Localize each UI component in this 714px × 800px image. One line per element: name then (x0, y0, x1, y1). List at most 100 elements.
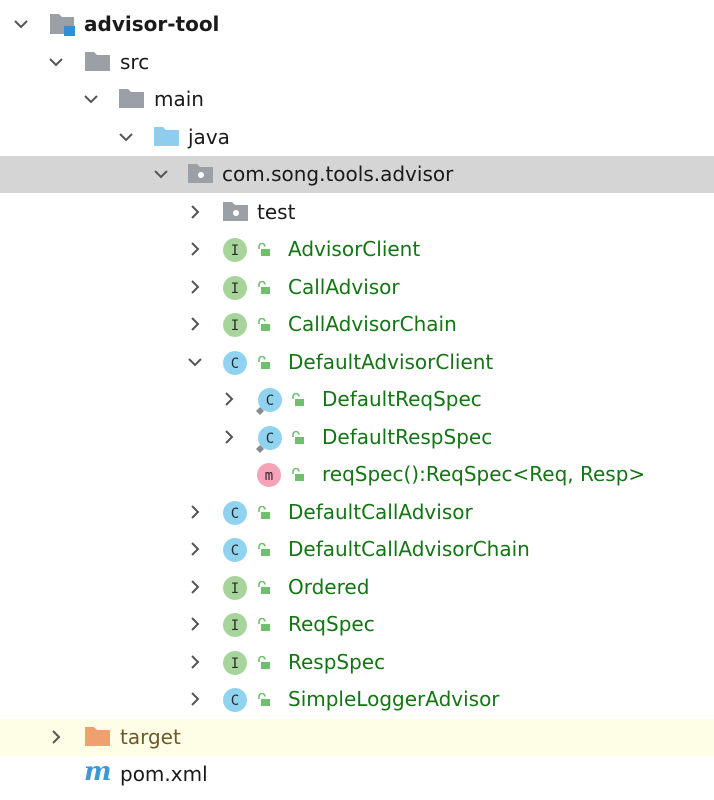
chevron-right-icon[interactable] (186, 315, 204, 333)
package-icon (188, 164, 213, 183)
root-label: advisor-tool (84, 12, 220, 36)
lock-open-icon (258, 243, 270, 256)
tree-row-pom[interactable]: m pom.xml (0, 756, 714, 793)
item-label: AdvisorClient (288, 237, 421, 261)
interface-icon: I (223, 613, 247, 637)
lock-open-icon (258, 318, 270, 331)
item-label: SimpleLoggerAdvisor (288, 687, 500, 711)
item-label: DefaultAdvisorClient (288, 350, 494, 374)
svg-text:I: I (231, 243, 239, 259)
tree-row-defaultadvisorclient[interactable]: C DefaultAdvisorClient (0, 344, 714, 381)
tree-row-defaultcalladvisor[interactable]: C DefaultCallAdvisor (0, 494, 714, 531)
chevron-down-icon[interactable] (82, 90, 100, 108)
tree-row-simpleloggeradvisor[interactable]: C SimpleLoggerAdvisor (0, 681, 714, 718)
interface-icon: I (223, 576, 247, 600)
class-icon: C (223, 538, 247, 562)
item-label: CallAdvisorChain (288, 312, 457, 336)
test-label: test (257, 200, 296, 224)
tree-row-advisor-tool[interactable]: advisor-tool (0, 6, 714, 43)
tree-row-defaultrespspec[interactable]: C DefaultRespSpec (0, 419, 714, 456)
item-label: Ordered (288, 575, 370, 599)
module-folder-icon (50, 14, 75, 36)
method-icon: m (257, 463, 281, 487)
class-icon: C (223, 501, 247, 525)
source-root-folder-icon (154, 127, 179, 146)
maven-icon: m (84, 757, 112, 787)
item-label: CallAdvisor (288, 275, 400, 299)
svg-text:I: I (231, 656, 239, 672)
svg-text:m: m (265, 468, 273, 484)
excluded-folder-icon (85, 727, 110, 746)
chevron-right-icon[interactable] (220, 390, 238, 408)
pom-label: pom.xml (120, 762, 208, 786)
lock-open-icon (258, 656, 270, 669)
item-label: reqSpec():ReqSpec<Req, Resp> (322, 462, 646, 486)
chevron-right-icon[interactable] (186, 278, 204, 296)
lock-open-icon (258, 281, 270, 294)
chevron-right-icon[interactable] (186, 615, 204, 633)
item-label: DefaultCallAdvisorChain (288, 537, 530, 561)
svg-text:C: C (266, 431, 274, 447)
chevron-down-icon[interactable] (12, 15, 30, 33)
lock-open-icon (292, 468, 304, 481)
chevron-right-icon[interactable] (220, 428, 238, 446)
item-label: DefaultReqSpec (322, 387, 482, 411)
tree-row-ordered[interactable]: I Ordered (0, 569, 714, 606)
svg-text:C: C (231, 506, 239, 522)
tree-row-java[interactable]: java (0, 119, 714, 156)
svg-text:I: I (231, 581, 239, 597)
chevron-down-icon[interactable] (117, 128, 135, 146)
svg-text:C: C (266, 393, 274, 409)
chevron-down-icon[interactable] (152, 165, 170, 183)
svg-text:I: I (231, 618, 239, 634)
svg-text:C: C (231, 693, 239, 709)
lock-open-icon (258, 618, 270, 631)
lock-open-icon (292, 393, 304, 406)
interface-icon: I (223, 276, 247, 300)
chevron-down-icon[interactable] (47, 53, 65, 71)
chevron-down-icon[interactable] (186, 353, 204, 371)
src-label: src (120, 50, 150, 74)
chevron-right-icon[interactable] (186, 540, 204, 558)
lock-open-icon (258, 506, 270, 519)
chevron-right-icon[interactable] (47, 728, 65, 746)
interface-icon: I (223, 651, 247, 675)
tree-row-main[interactable]: main (0, 81, 714, 118)
tree-row-advisorclient[interactable]: I AdvisorClient (0, 231, 714, 268)
svg-text:C: C (231, 543, 239, 559)
tree-row-reqspec[interactable]: I ReqSpec (0, 606, 714, 643)
tree-row-target[interactable]: target (0, 719, 714, 756)
class-icon: C (223, 688, 247, 712)
chevron-right-icon[interactable] (186, 578, 204, 596)
item-label: DefaultRespSpec (322, 425, 493, 449)
inner-class-icon: C (256, 426, 282, 453)
chevron-right-icon[interactable] (186, 240, 204, 258)
folder-icon (119, 89, 144, 108)
lock-open-icon (258, 543, 270, 556)
chevron-right-icon[interactable] (186, 503, 204, 521)
chevron-right-icon[interactable] (186, 690, 204, 708)
item-label: ReqSpec (288, 612, 375, 636)
tree-row-defaultreqspec[interactable]: C DefaultReqSpec (0, 381, 714, 418)
tree-row-package[interactable]: com.song.tools.advisor (0, 156, 714, 193)
lock-open-icon (258, 693, 270, 706)
tree-row-calladvisorchain[interactable]: I CallAdvisorChain (0, 306, 714, 343)
svg-text:I: I (231, 318, 239, 334)
chevron-right-icon[interactable] (186, 653, 204, 671)
svg-text:C: C (231, 356, 239, 372)
tree-row-respspec[interactable]: I RespSpec (0, 644, 714, 681)
tree-row-defaultcalladvisorchain[interactable]: C DefaultCallAdvisorChain (0, 531, 714, 568)
main-label: main (154, 87, 204, 111)
folder-icon (85, 52, 110, 71)
tree-row-calladvisor[interactable]: I CallAdvisor (0, 269, 714, 306)
target-label: target (120, 725, 181, 749)
class-icon: C (223, 351, 247, 375)
item-label: DefaultCallAdvisor (288, 500, 473, 524)
tree-row-reqspec-method[interactable]: m reqSpec():ReqSpec<Req, Resp> (0, 456, 714, 493)
tree-row-src[interactable]: src (0, 44, 714, 81)
interface-icon: I (223, 313, 247, 337)
tree-row-test[interactable]: test (0, 194, 714, 231)
inner-class-icon: C (256, 388, 282, 415)
chevron-right-icon[interactable] (186, 203, 204, 221)
java-label: java (188, 125, 230, 149)
